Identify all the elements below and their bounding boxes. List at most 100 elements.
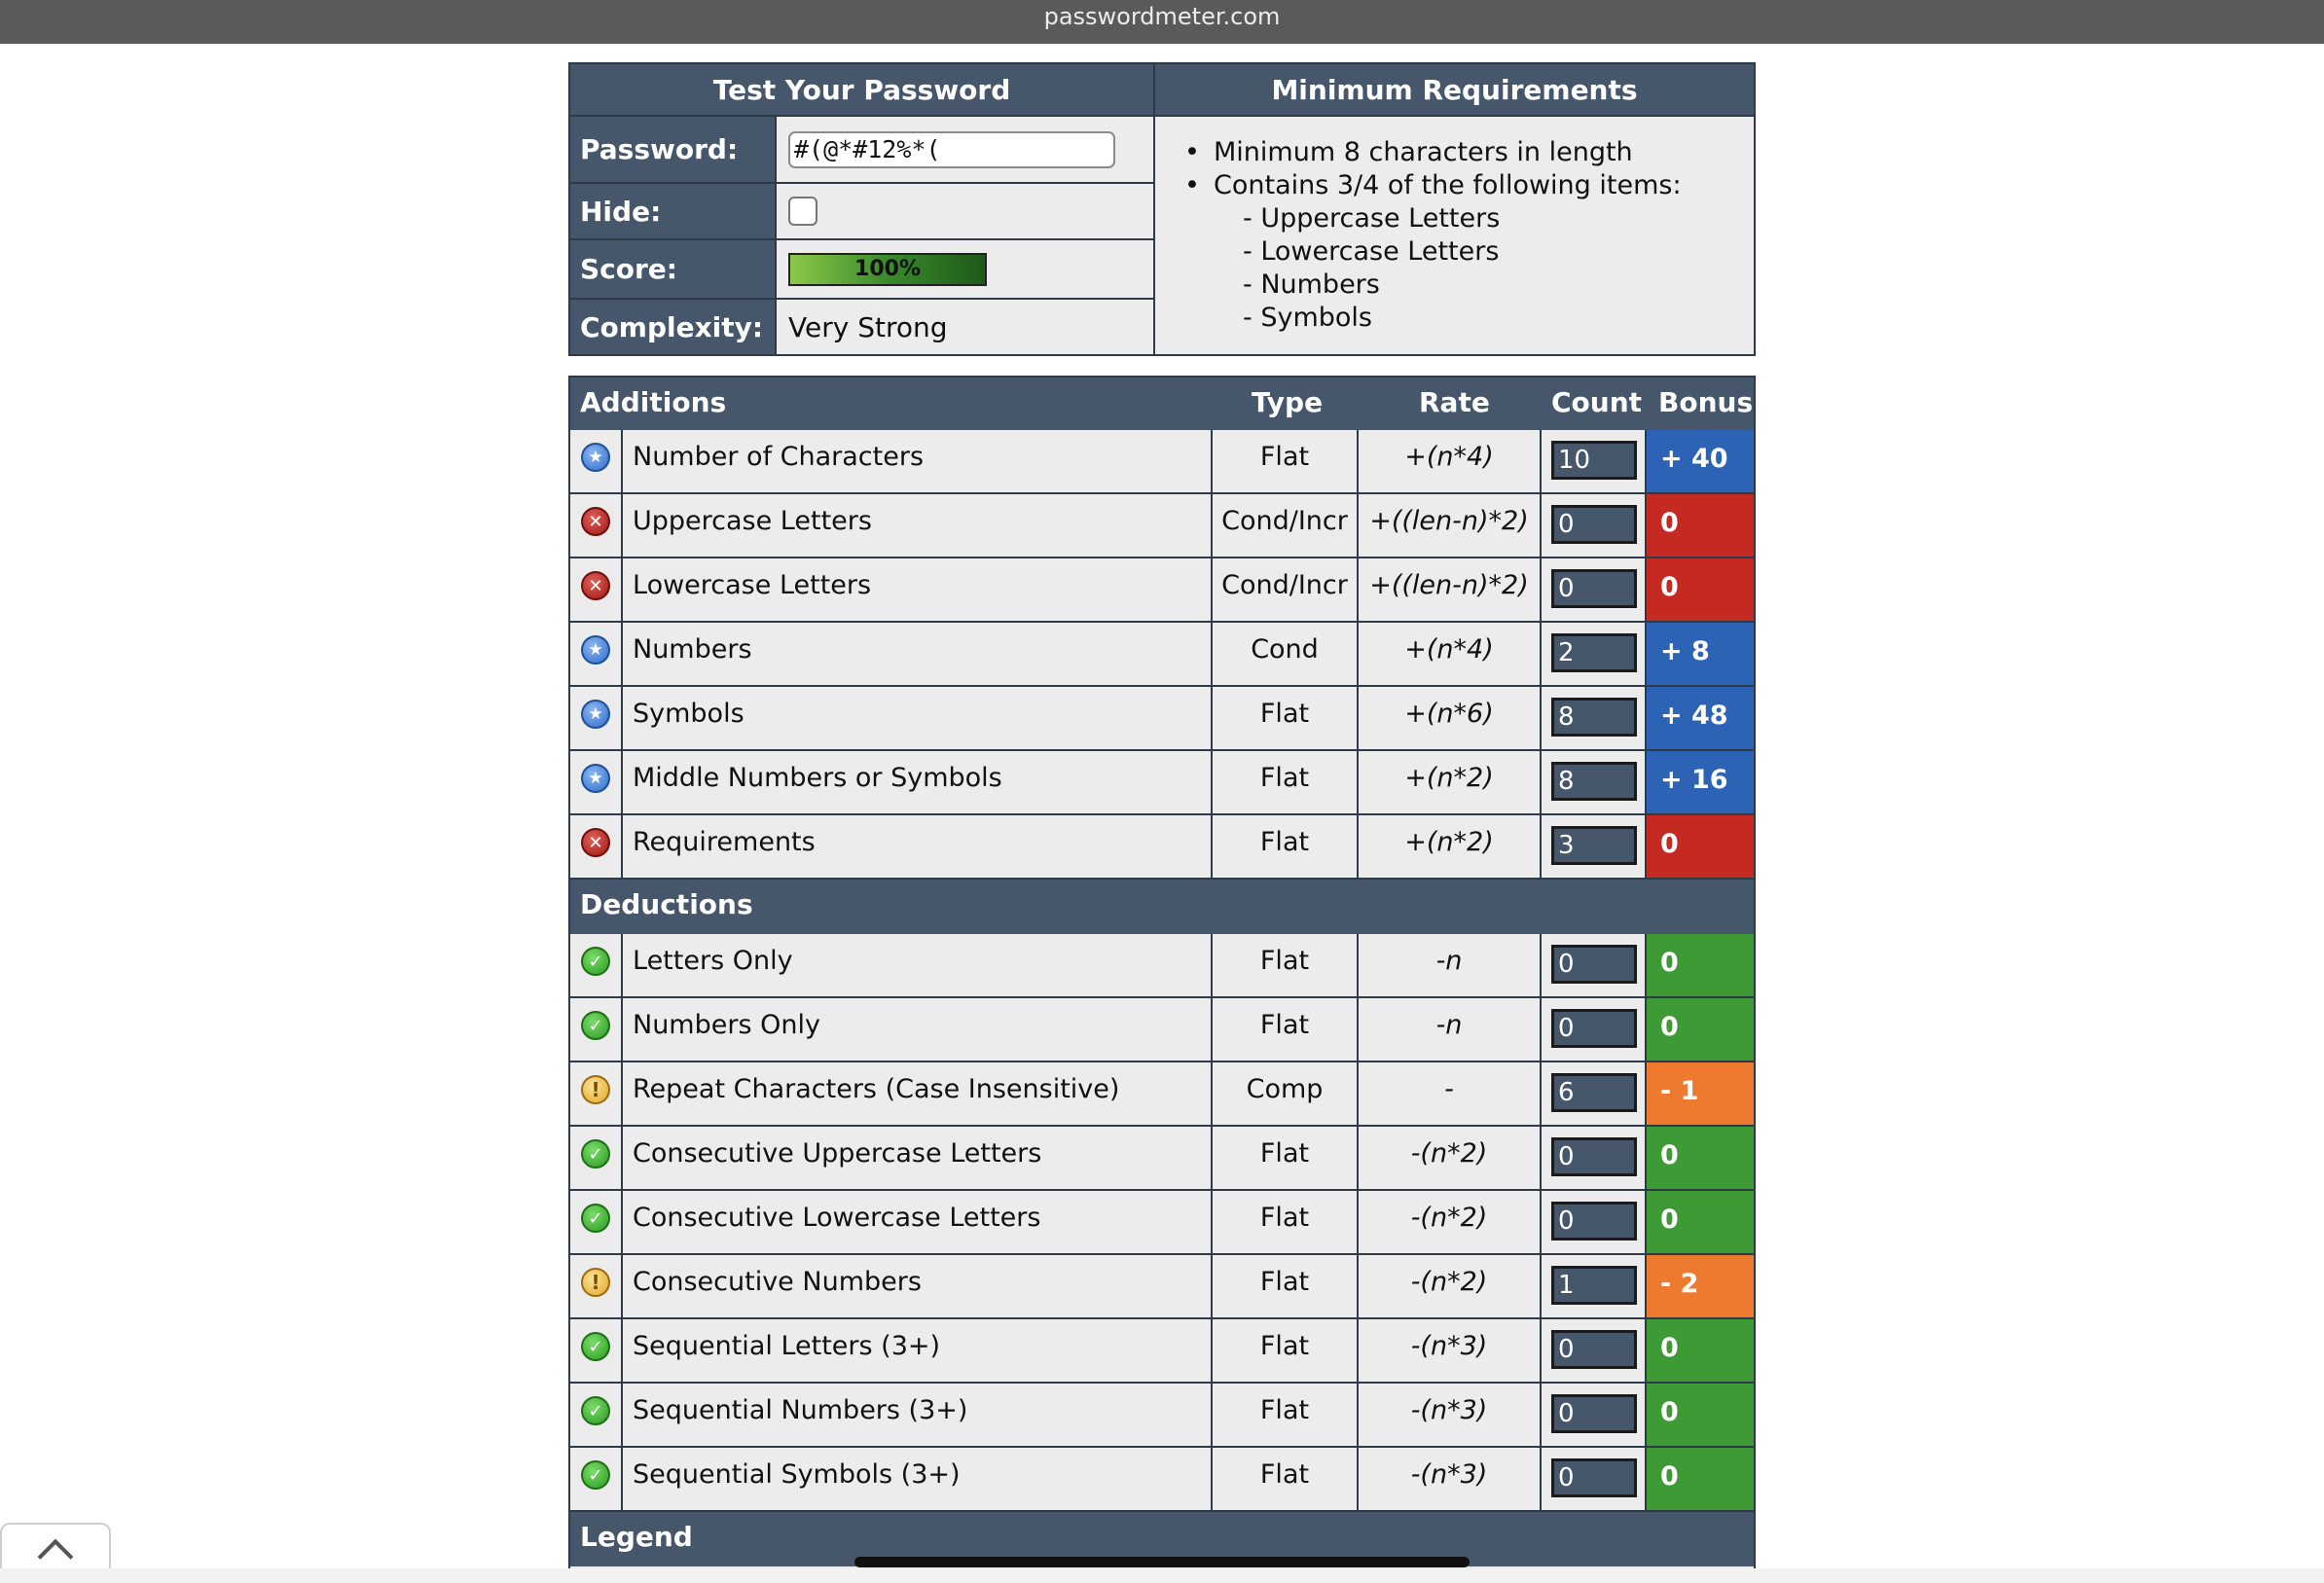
bonus-value: 0 [1647, 1448, 1754, 1510]
count-value: 10 [1551, 441, 1637, 480]
password-input[interactable] [788, 130, 1115, 168]
criterion-rate: +(n*4) [1359, 430, 1542, 492]
status-cell: ★ [570, 623, 623, 685]
table-row: ★ Number of Characters Flat +(n*4) 10 + 40 [570, 430, 1754, 494]
criterion-rate: +(n*2) [1359, 751, 1542, 813]
hide-row: Hide: [570, 184, 1153, 240]
count-value: 2 [1551, 633, 1637, 672]
status-cell: ✕ [570, 558, 623, 621]
url-text: passwordmeter.com [1043, 3, 1281, 30]
criterion-name: Consecutive Lowercase Letters [623, 1191, 1213, 1253]
home-indicator[interactable] [854, 1557, 1470, 1567]
table-row: ✓ Consecutive Uppercase Letters Flat -(n*2)… [570, 1127, 1754, 1191]
criterion-rate: -n [1359, 998, 1542, 1061]
requirement-subitem: - Uppercase Letters [1243, 203, 1501, 234]
count-cell: 2 [1542, 623, 1647, 685]
criterion-rate: -(n*2) [1359, 1255, 1542, 1317]
error-x-icon: ✕ [581, 571, 610, 600]
table-row: ★ Middle Numbers or Symbols Flat +(n*2) 8 + 1… [570, 751, 1754, 815]
status-cell: ! [570, 1062, 623, 1125]
status-cell: ✓ [570, 1191, 623, 1253]
table-row: ✕ Lowercase Letters Cond/Incr +((len-n)*2) 0… [570, 558, 1754, 623]
bonus-value: + 16 [1647, 751, 1754, 813]
test-password-title: Test Your Password [570, 64, 1153, 117]
bottom-strip [0, 1568, 2324, 1583]
criterion-rate: -n [1359, 934, 1542, 996]
count-cell: 3 [1542, 815, 1647, 878]
criterion-type: Flat [1213, 1384, 1359, 1446]
bonus-value: 0 [1647, 998, 1754, 1061]
criterion-name: Sequential Letters (3+) [623, 1319, 1213, 1382]
table-row: ✕ Uppercase Letters Cond/Incr +((len-n)*2) 0… [570, 494, 1754, 558]
bonus-value: 0 [1647, 1191, 1754, 1253]
complexity-row: Complexity: Very Strong [570, 300, 1153, 354]
score-breakdown-table: Additions Type Rate Count Bonus ★ Number … [568, 376, 1756, 1583]
count-header: Count [1551, 386, 1643, 418]
criterion-name: Sequential Numbers (3+) [623, 1384, 1213, 1446]
criterion-name: Requirements [623, 815, 1213, 878]
criterion-type: Cond [1213, 623, 1359, 685]
count-cell: 6 [1542, 1062, 1647, 1125]
bonus-value: 0 [1647, 558, 1754, 621]
criterion-type: Flat [1213, 815, 1359, 878]
bonus-value: 0 [1647, 494, 1754, 557]
hide-checkbox[interactable] [788, 197, 817, 226]
criterion-type: Flat [1213, 430, 1359, 492]
criterion-name: Symbols [623, 687, 1213, 749]
criterion-name: Uppercase Letters [623, 494, 1213, 557]
additions-header: Additions [580, 386, 727, 418]
criterion-rate: +(n*2) [1359, 815, 1542, 878]
count-cell: 0 [1542, 934, 1647, 996]
type-header: Type [1252, 386, 1324, 418]
success-check-icon: ✓ [581, 1332, 610, 1361]
status-cell: ✕ [570, 815, 623, 878]
requirement-subitem: - Lowercase Letters [1243, 236, 1500, 267]
criterion-name: Numbers Only [623, 998, 1213, 1061]
count-cell: 0 [1542, 1191, 1647, 1253]
table-row: ! Consecutive Numbers Flat -(n*2) 1 - 2 [570, 1255, 1754, 1319]
criterion-name: Number of Characters [623, 430, 1213, 492]
table-row: ✓ Numbers Only Flat -n 0 0 [570, 998, 1754, 1062]
success-check-icon: ✓ [581, 1460, 610, 1490]
count-value: 1 [1551, 1266, 1637, 1305]
status-cell: ✓ [570, 1127, 623, 1189]
status-cell: ✕ [570, 494, 623, 557]
table-row: ! Repeat Characters (Case Insensitive) Com… [570, 1062, 1754, 1127]
count-cell: 10 [1542, 430, 1647, 492]
table-header: Additions Type Rate Count Bonus [570, 376, 1754, 430]
count-value: 0 [1551, 1330, 1637, 1369]
requirement-item: Contains 3/4 of the following items: [1184, 169, 1754, 202]
bonus-value: + 8 [1647, 623, 1754, 685]
success-check-icon: ✓ [581, 1011, 610, 1040]
score-row: Score: 100% [570, 240, 1153, 300]
count-cell: 0 [1542, 998, 1647, 1061]
criterion-rate: +(n*4) [1359, 623, 1542, 685]
test-password-column: Test Your Password Password: Hide: Score… [570, 64, 1155, 354]
table-row: ✓ Sequential Symbols (3+) Flat -(n*3) 0 0 [570, 1448, 1754, 1512]
score-bar: 100% [788, 252, 987, 286]
criterion-type: Flat [1213, 1448, 1359, 1510]
criterion-type: Flat [1213, 934, 1359, 996]
success-check-icon: ✓ [581, 1396, 610, 1425]
criterion-rate: +((len-n)*2) [1359, 494, 1542, 557]
criterion-type: Flat [1213, 1255, 1359, 1317]
requirements-column: Minimum Requirements Minimum 8 character… [1155, 64, 1754, 354]
criterion-name: Repeat Characters (Case Insensitive) [623, 1062, 1213, 1125]
requirement-subitem: - Numbers [1243, 270, 1380, 300]
table-row: ✓ Letters Only Flat -n 0 0 [570, 934, 1754, 998]
count-cell: 0 [1542, 1319, 1647, 1382]
status-cell: ! [570, 1255, 623, 1317]
status-cell: ✓ [570, 1448, 623, 1510]
criterion-name: Lowercase Letters [623, 558, 1213, 621]
table-row: ✓ Sequential Letters (3+) Flat -(n*3) 0 0 [570, 1319, 1754, 1384]
browser-url-bar[interactable]: passwordmeter.com [0, 0, 2324, 44]
star-badge-icon: ★ [581, 443, 610, 472]
count-value: 0 [1551, 1009, 1637, 1048]
error-x-icon: ✕ [581, 828, 610, 857]
bonus-value: 0 [1647, 1319, 1754, 1382]
rate-header: Rate [1419, 386, 1490, 418]
count-value: 0 [1551, 945, 1637, 984]
bonus-value: + 40 [1647, 430, 1754, 492]
status-cell: ★ [570, 430, 623, 492]
criterion-type: Cond/Incr [1213, 558, 1359, 621]
